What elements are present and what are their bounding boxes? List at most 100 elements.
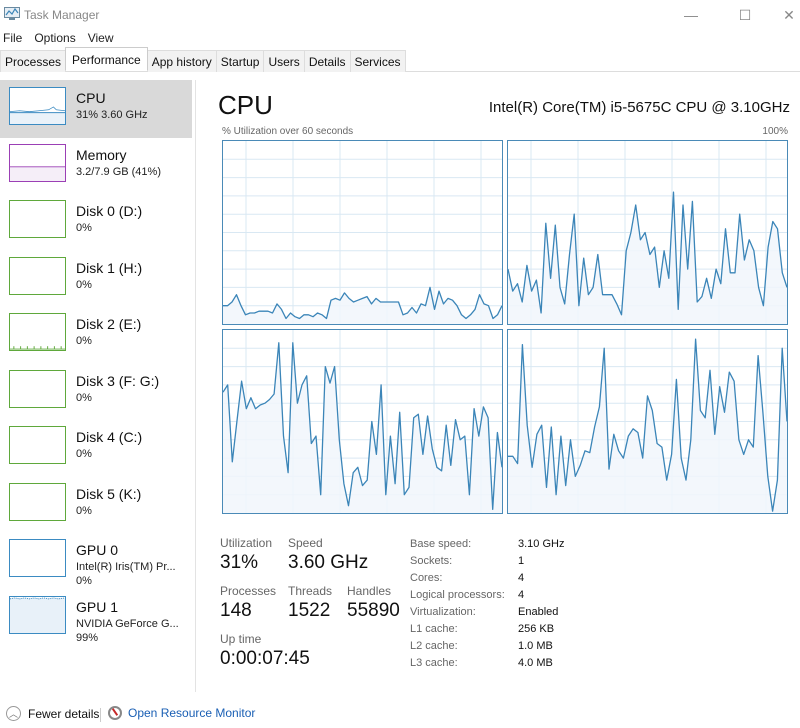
sidebar-item-detail: Intel(R) Iris(TM) Pr... xyxy=(76,561,176,573)
close-icon: ✕ xyxy=(783,6,795,23)
spec-key: Logical processors: xyxy=(410,589,505,601)
minimize-icon: — xyxy=(684,7,698,23)
sidebar-item-name: Disk 5 (K:) xyxy=(76,485,142,502)
tab-users[interactable]: Users xyxy=(263,50,305,72)
spec-value: 1.0 MB xyxy=(518,640,553,652)
cpu-graph-core-3 xyxy=(507,329,788,514)
tab-processes[interactable]: Processes xyxy=(0,50,67,72)
close-button[interactable]: ✕ xyxy=(766,0,800,30)
tab-bar: Processes Performance App history Startu… xyxy=(0,47,800,72)
spec-key: L3 cache: xyxy=(410,657,458,669)
open-resource-monitor-label: Open Resource Monitor xyxy=(128,706,256,720)
sidebar-item-detail: NVIDIA GeForce G... xyxy=(76,617,179,630)
chevron-up-icon: ︿ xyxy=(6,706,21,721)
sidebar-item-gpu-0[interactable]: GPU 0 Intel(R) Iris(TM) Pr... 0% xyxy=(0,532,192,590)
spec-value: 4.0 MB xyxy=(518,657,553,669)
spec-value: Enabled xyxy=(518,606,559,618)
stat-value: 0:00:07:45 xyxy=(220,648,310,669)
stat-label: Up time xyxy=(220,632,262,646)
cpu-graph-core-1 xyxy=(507,140,788,325)
stat-value: 148 xyxy=(220,600,252,621)
stat-speed: Speed 3.60 GHz xyxy=(288,536,368,574)
sidebar-item-gpu-1[interactable]: GPU 1 NVIDIA GeForce G... 99% xyxy=(0,589,192,647)
sidebar-item-detail: 0% xyxy=(76,575,92,587)
sidebar-thumbnail-graph xyxy=(9,369,66,408)
open-resource-monitor-link[interactable]: Open Resource Monitor xyxy=(108,706,255,720)
stat-label: Utilization xyxy=(220,536,273,550)
stat-handles: Handles 55890 xyxy=(347,584,400,622)
sidebar-item-detail: 0% xyxy=(76,222,92,234)
stat-label: Processes xyxy=(220,584,277,598)
sidebar-item-cpu[interactable]: CPU 31% 3.60 GHz xyxy=(0,80,192,138)
sidebar-item-detail: 0% xyxy=(76,278,92,291)
sidebar-item-disk-0-d[interactable]: Disk 0 (D:) 0% xyxy=(0,193,192,251)
stat-threads: Threads 1522 xyxy=(288,584,332,622)
maximize-button[interactable]: ☐ xyxy=(722,0,768,30)
task-manager-app-icon xyxy=(4,7,20,20)
spec-key: Base speed: xyxy=(410,538,472,550)
tab-app-history[interactable]: App history xyxy=(146,50,217,72)
sidebar-thumbnail-graph xyxy=(9,539,66,577)
menu-options[interactable]: Options xyxy=(31,30,81,48)
sidebar-item-memory[interactable]: Memory 3.2/7.9 GB (41%) xyxy=(0,137,192,195)
cpu-graph-core-2 xyxy=(222,329,503,514)
utilization-area xyxy=(223,342,502,513)
cpu-graph-core-0 xyxy=(222,140,503,325)
sidebar-item-name: Memory xyxy=(76,146,127,163)
sidebar-item-detail: 31% 3.60 GHz xyxy=(76,109,148,121)
tab-startup[interactable]: Startup xyxy=(215,50,265,72)
sidebar-item-disk-2-e[interactable]: Disk 2 (E:) 0% xyxy=(0,306,192,364)
sidebar-thumbnail-graph xyxy=(9,200,66,238)
stat-label: Threads xyxy=(288,584,333,598)
sidebar-thumbnail-graph xyxy=(9,256,66,295)
menu-bar: File Options View xyxy=(0,30,123,48)
stat-value: 3.60 GHz xyxy=(288,552,369,573)
window-title: Task Manager xyxy=(24,8,100,22)
spec-key: L1 cache: xyxy=(410,623,458,635)
sidebar-thumbnail-graph xyxy=(9,482,66,521)
maximize-icon: ☐ xyxy=(738,6,752,23)
fewer-details-label: Fewer details xyxy=(28,706,100,721)
title-bar: Task Manager — ☐ ✕ xyxy=(0,0,800,30)
stat-label: Handles xyxy=(347,584,392,598)
sidebar-thumbnail-graph xyxy=(9,313,66,351)
sidebar-item-name: Disk 2 (E:) xyxy=(76,316,142,332)
sidebar-item-detail: 0% xyxy=(76,335,92,347)
footer-separator xyxy=(100,708,101,722)
stat-utilization: Utilization 31% xyxy=(220,536,272,574)
graph-max-label: 100% xyxy=(762,126,788,137)
sidebar-item-detail: 0% xyxy=(76,391,92,404)
cpu-core-graphs xyxy=(222,140,788,514)
stat-uptime: Up time 0:00:07:45 xyxy=(220,632,310,670)
sidebar-item-detail: 0% xyxy=(76,504,92,517)
tab-details[interactable]: Details xyxy=(303,50,351,72)
spec-value: 4 xyxy=(518,572,525,584)
sidebar-item-detail: 3.2/7.9 GB (41%) xyxy=(76,165,161,178)
sidebar-item-disk-1-h[interactable]: Disk 1 (H:) 0% xyxy=(0,250,192,308)
stat-processes: Processes 148 xyxy=(220,584,276,622)
resource-sidebar: CPU 31% 3.60 GHz Memory 3.2/7.9 GB (41%) Dis… xyxy=(0,80,196,692)
sidebar-thumbnail-graph xyxy=(9,87,66,125)
page-title: CPU xyxy=(218,90,273,120)
sidebar-thumbnail-graph xyxy=(9,426,66,464)
sidebar-thumbnail-graph xyxy=(9,595,66,634)
spec-key: L2 cache: xyxy=(410,640,458,652)
graph-label: % Utilization over 60 seconds xyxy=(222,126,354,137)
sidebar-item-disk-4-c[interactable]: Disk 4 (C:) 0% xyxy=(0,419,192,477)
tab-performance[interactable]: Performance xyxy=(65,47,148,70)
sidebar-item-disk-5-k[interactable]: Disk 5 (K:) 0% xyxy=(0,476,192,534)
sidebar-item-disk-3-f-g[interactable]: Disk 3 (F: G:) 0% xyxy=(0,363,192,421)
stat-value: 1522 xyxy=(288,600,331,621)
sidebar-item-name: CPU xyxy=(76,90,106,106)
sidebar-thumbnail-graph xyxy=(9,143,66,182)
tab-services[interactable]: Services xyxy=(349,50,406,72)
spec-value: 256 KB xyxy=(518,623,555,635)
fewer-details-button[interactable]: ︿ Fewer details xyxy=(6,706,99,721)
menu-view[interactable]: View xyxy=(85,30,120,48)
sidebar-item-name: Disk 1 (H:) xyxy=(76,259,143,276)
minimize-button[interactable]: — xyxy=(668,0,714,30)
spec-value: 1 xyxy=(518,555,525,567)
footer: ︿ Fewer details Open Resource Monitor xyxy=(0,704,800,726)
menu-file[interactable]: File xyxy=(0,30,28,48)
spec-key: Virtualization: xyxy=(410,606,476,618)
